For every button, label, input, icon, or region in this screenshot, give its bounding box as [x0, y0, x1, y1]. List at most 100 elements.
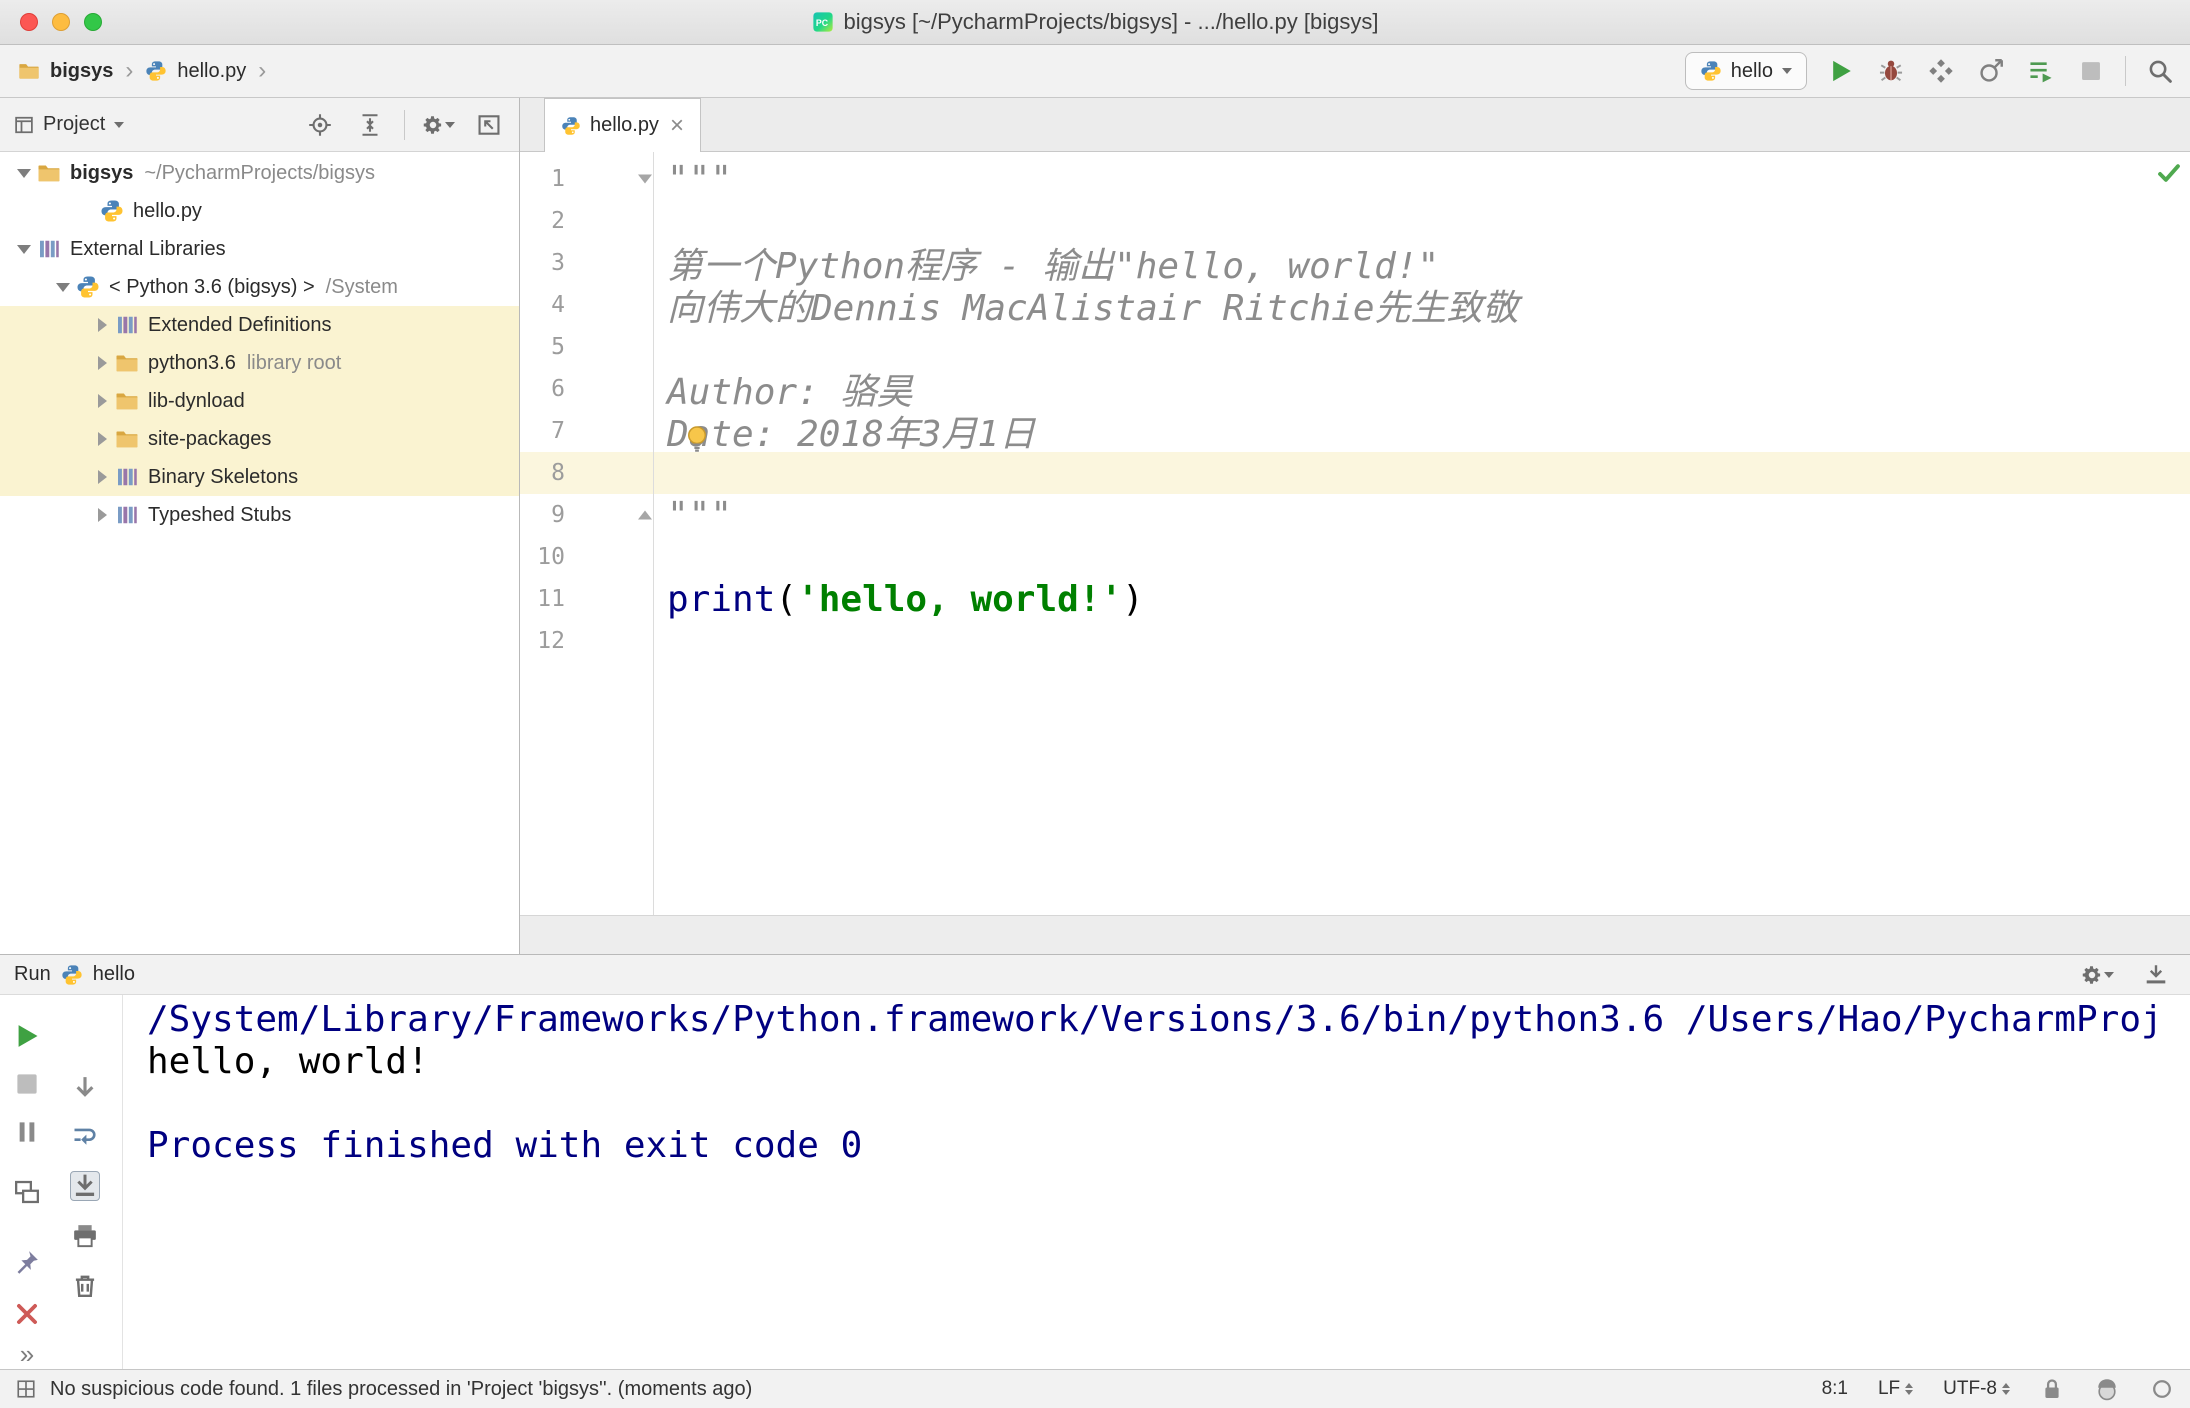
- tree-collapsed-arrow[interactable]: [89, 432, 115, 446]
- run-panel-title[interactable]: Run: [14, 963, 51, 986]
- editor-area: hello.py × 1 """ 2 3 第一个Python程序 - 输出"hello,…: [520, 98, 2190, 954]
- rerun-button[interactable]: [12, 1021, 42, 1051]
- code-line-8[interactable]: 8: [520, 452, 2190, 494]
- panel-settings-button[interactable]: [423, 109, 455, 141]
- tree-item-suffix: ~/PycharmProjects/bigsys: [144, 161, 375, 184]
- breadcrumb: bigsys › hello.py ›: [18, 57, 268, 85]
- tree-item-external-libraries[interactable]: External Libraries: [0, 230, 519, 268]
- project-tool-icon: [14, 115, 34, 135]
- coverage-button[interactable]: [1925, 55, 1957, 87]
- project-panel-title[interactable]: Project: [43, 113, 105, 136]
- tree-item-python3-6[interactable]: python3.6 library root: [0, 344, 519, 382]
- breadcrumb-project[interactable]: bigsys: [50, 60, 113, 83]
- code-line-2[interactable]: 2: [520, 200, 2190, 242]
- tree-item-typeshed-stubs[interactable]: Typeshed Stubs: [0, 496, 519, 534]
- tree-item-extended-definitions[interactable]: Extended Definitions: [0, 306, 519, 344]
- code-line-6[interactable]: 6 Author: 骆昊: [520, 368, 2190, 413]
- code-line-4[interactable]: 4 向伟大的Dennis MacAlistair Ritchie先生致敬: [520, 284, 2190, 329]
- file-encoding-widget[interactable]: UTF-8: [1943, 1378, 2010, 1400]
- run-config-selector[interactable]: hello: [1684, 52, 1807, 90]
- code-editor[interactable]: 1 """ 2 3 第一个Python程序 - 输出"hello, world!" 4 向伟…: [520, 152, 2190, 915]
- down-stack-trace-button[interactable]: [70, 1073, 100, 1103]
- clear-all-button[interactable]: [70, 1271, 100, 1301]
- code-line-5[interactable]: 5: [520, 326, 2190, 368]
- caret-position[interactable]: 8:1: [1822, 1378, 1848, 1400]
- code-line-11[interactable]: 11 print('hello, world!'): [520, 578, 2190, 620]
- console-output[interactable]: /System/Library/Frameworks/Python.framew…: [123, 995, 2190, 1369]
- toolbar-separator: [404, 109, 405, 140]
- project-tree: bigsys ~/PycharmProjects/bigsys hello.py Ex…: [0, 152, 519, 954]
- console-line: hello, world!: [147, 1041, 429, 1082]
- code-line-9[interactable]: 9 """: [520, 494, 2190, 536]
- lock-icon[interactable]: [2040, 1377, 2064, 1401]
- running-list-button[interactable]: [2025, 55, 2057, 87]
- updown-icon: [1905, 1383, 1914, 1395]
- breadcrumb-file[interactable]: hello.py: [177, 60, 246, 83]
- tree-collapsed-arrow[interactable]: [89, 508, 115, 522]
- hide-run-panel-button[interactable]: [2140, 959, 2172, 991]
- close-tab-icon[interactable]: ×: [670, 112, 684, 140]
- debug-button[interactable]: [1875, 55, 1907, 87]
- window-title-group: bigsys [~/PycharmProjects/bigsys] - .../…: [812, 9, 1378, 35]
- tree-item-binary-skeletons[interactable]: Binary Skeletons: [0, 458, 519, 496]
- tree-expanded-arrow[interactable]: [11, 168, 37, 178]
- python-icon: [76, 275, 100, 299]
- hide-panel-button[interactable]: [473, 109, 505, 141]
- line-separator-widget[interactable]: LF: [1878, 1378, 1914, 1400]
- stop-button[interactable]: [2075, 55, 2107, 87]
- pin-tab-button[interactable]: [12, 1247, 42, 1277]
- line-number: 6: [551, 376, 565, 402]
- code-line-10[interactable]: 10: [520, 536, 2190, 578]
- toolwindow-toggle-icon[interactable]: [16, 1379, 36, 1399]
- zoom-window-button[interactable]: [84, 13, 102, 31]
- close-run-button[interactable]: [12, 1299, 42, 1329]
- inspector-icon[interactable]: [2094, 1376, 2120, 1402]
- pause-output-button[interactable]: [12, 1117, 42, 1147]
- tree-item-lib-dynload[interactable]: lib-dynload: [0, 382, 519, 420]
- notifications-icon[interactable]: [2150, 1377, 2174, 1401]
- line-number: 9: [520, 502, 653, 528]
- code-line-1[interactable]: 1 """: [520, 158, 2190, 200]
- line-number: 4: [551, 292, 565, 318]
- stop-process-button[interactable]: [12, 1069, 42, 1099]
- tree-collapsed-arrow[interactable]: [89, 470, 115, 484]
- search-everywhere-button[interactable]: [2144, 55, 2176, 87]
- print-button[interactable]: [70, 1221, 100, 1251]
- editor-tab-hello-py[interactable]: hello.py ×: [544, 98, 701, 152]
- pycharm-icon: [812, 11, 834, 33]
- tree-item-python-3-6-bigsys[interactable]: < Python 3.6 (bigsys) > /System: [0, 268, 519, 306]
- tree-collapsed-arrow[interactable]: [89, 356, 115, 370]
- run-settings-button[interactable]: [2082, 959, 2114, 991]
- tree-collapsed-arrow[interactable]: [89, 318, 115, 332]
- profiler-button[interactable]: [1975, 55, 2007, 87]
- tree-item-site-packages[interactable]: site-packages: [0, 420, 519, 458]
- inspections-ok-icon[interactable]: [2156, 160, 2182, 186]
- run-button[interactable]: [1825, 55, 1857, 87]
- code-line-3[interactable]: 3 第一个Python程序 - 输出"hello, world!": [520, 242, 2190, 287]
- updown-icon: [2002, 1383, 2010, 1395]
- tree-expanded-arrow[interactable]: [50, 282, 76, 292]
- close-window-button[interactable]: [20, 13, 38, 31]
- collapse-all-button[interactable]: [354, 109, 386, 141]
- chevron-down-icon[interactable]: [114, 121, 125, 128]
- tree-item-bigsys[interactable]: bigsys ~/PycharmProjects/bigsys: [0, 154, 519, 192]
- more-options-button[interactable]: »: [12, 1339, 42, 1369]
- soft-wrap-button[interactable]: [70, 1121, 100, 1151]
- run-toolbar: »: [0, 995, 123, 1369]
- tree-item-hello-py[interactable]: hello.py: [0, 192, 519, 230]
- fold-marker[interactable]: [638, 510, 652, 520]
- code-line-12[interactable]: 12: [520, 620, 2190, 662]
- tree-expanded-arrow[interactable]: [11, 244, 37, 254]
- horizontal-scrollbar[interactable]: [520, 915, 2190, 954]
- tree-collapsed-arrow[interactable]: [89, 394, 115, 408]
- show-console-button[interactable]: [12, 1177, 42, 1207]
- code-line-7[interactable]: 7 Date: 2018年3月1日: [520, 410, 2190, 455]
- intention-bulb-icon[interactable]: [682, 424, 712, 454]
- line-number: 2: [551, 208, 565, 234]
- line-number: 3: [551, 250, 565, 276]
- fold-marker[interactable]: [638, 174, 652, 184]
- minimize-window-button[interactable]: [52, 13, 70, 31]
- scroll-to-end-button[interactable]: [70, 1171, 100, 1201]
- scroll-from-source-button[interactable]: [304, 109, 336, 141]
- run-config-name: hello: [92, 963, 135, 985]
